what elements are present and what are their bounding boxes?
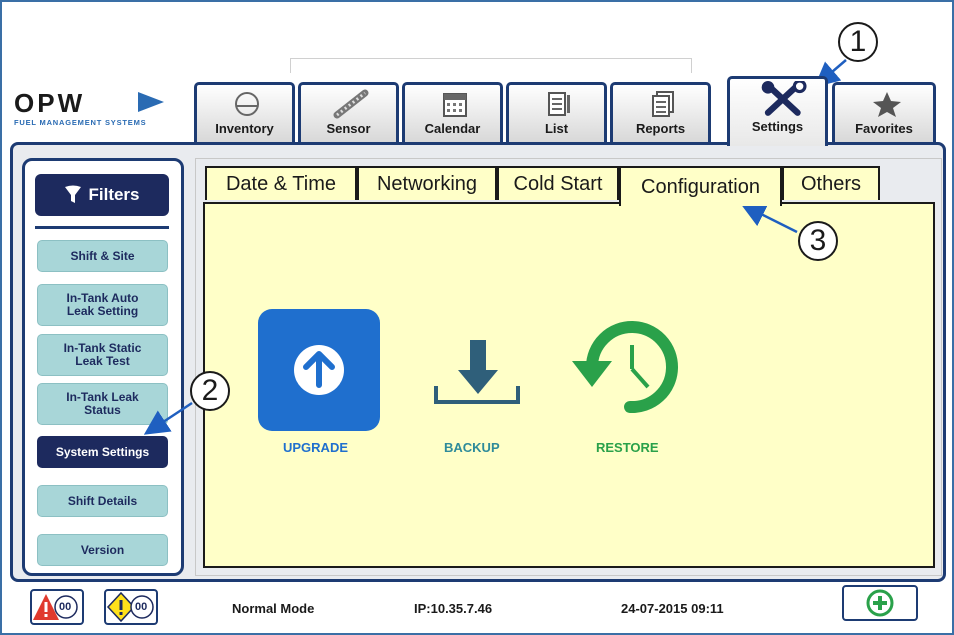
tab-label: Settings xyxy=(751,119,804,134)
callout-1: 1 xyxy=(838,22,878,62)
callout-2: 2 xyxy=(190,371,230,411)
subtab-label: Configuration xyxy=(641,175,760,198)
subtab-configuration[interactable]: Configuration xyxy=(619,166,782,206)
callout-3: 3 xyxy=(798,221,838,261)
tab-settings[interactable]: Settings xyxy=(727,76,828,146)
tools-icon xyxy=(761,81,807,116)
